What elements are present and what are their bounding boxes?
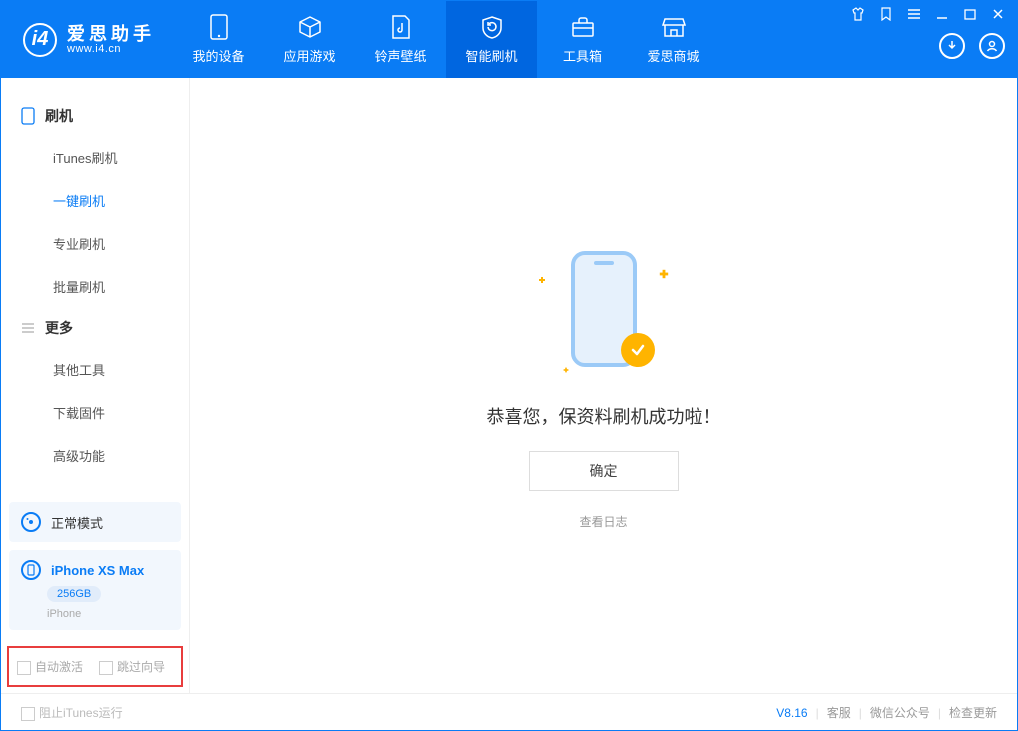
tab-ringtone-wallpaper[interactable]: 铃声壁纸: [355, 1, 446, 78]
device-phone-icon: [21, 560, 41, 580]
device-capacity: 256GB: [47, 586, 101, 602]
device-name: iPhone XS Max: [51, 563, 144, 578]
app-name: 爱思助手: [67, 25, 155, 43]
ok-button[interactable]: 确定: [529, 451, 679, 491]
sidebar-group-title: 更多: [45, 318, 73, 338]
user-icon[interactable]: [979, 33, 1005, 59]
status-bar: 阻止iTunes运行 V8.16 | 客服 | 微信公众号 | 检查更新: [1, 693, 1017, 731]
option-auto-activate[interactable]: 自动激活: [17, 658, 83, 675]
view-log-link[interactable]: 查看日志: [579, 513, 627, 530]
tab-label: 智能刷机: [465, 46, 517, 65]
sidebar-group-flash: 刷机: [1, 96, 189, 136]
menu-icon[interactable]: [907, 7, 921, 21]
list-icon: [21, 322, 35, 334]
tab-smart-flash[interactable]: 智能刷机: [446, 1, 537, 78]
minimize-icon[interactable]: [935, 7, 949, 21]
app-logo-icon: i4: [23, 23, 57, 57]
maximize-icon[interactable]: [963, 7, 977, 21]
tab-label: 我的设备: [192, 46, 244, 65]
sparkle-icon: [659, 270, 667, 278]
sidebar: 刷机 iTunes刷机 一键刷机 专业刷机 批量刷机 更多 其他工具 下载固件 …: [1, 78, 190, 693]
tab-label: 爱思商城: [647, 46, 699, 65]
sidebar-group-more: 更多: [1, 308, 189, 348]
sidebar-group-title: 刷机: [45, 106, 73, 126]
sparkle-icon: [539, 277, 545, 283]
tab-store[interactable]: 爱思商城: [628, 1, 719, 78]
sidebar-item-download-firmware[interactable]: 下载固件: [1, 391, 189, 434]
tab-label: 铃声壁纸: [374, 46, 426, 65]
download-icon[interactable]: [939, 33, 965, 59]
device-mode-label: 正常模式: [51, 513, 103, 532]
toolbox-icon: [570, 14, 596, 40]
footer-link-support[interactable]: 客服: [827, 704, 851, 721]
checkbox-icon: [99, 661, 113, 675]
tab-toolbox[interactable]: 工具箱: [537, 1, 628, 78]
success-message: 恭喜您，保资料刷机成功啦！: [487, 403, 721, 429]
title-bar: i4 爱思助手 www.i4.cn 我的设备 应用游戏 铃声壁纸: [1, 1, 1017, 78]
sidebar-item-other-tools[interactable]: 其他工具: [1, 348, 189, 391]
sidebar-item-batch-flash[interactable]: 批量刷机: [1, 265, 189, 308]
option-block-itunes[interactable]: 阻止iTunes运行: [21, 704, 123, 721]
sidebar-item-itunes-flash[interactable]: iTunes刷机: [1, 136, 189, 179]
music-file-icon: [388, 14, 414, 40]
success-illustration: [529, 241, 679, 381]
flash-options-row: 自动激活 跳过向导: [7, 646, 183, 687]
checkbox-icon: [17, 661, 31, 675]
app-url: www.i4.cn: [67, 43, 155, 55]
refresh-shield-icon: [479, 14, 505, 40]
footer-link-wechat[interactable]: 微信公众号: [870, 704, 930, 721]
cube-icon: [297, 14, 323, 40]
mode-icon: [21, 512, 41, 532]
sparkle-icon: [563, 368, 568, 373]
main-tabs: 我的设备 应用游戏 铃声壁纸 智能刷机 工具箱: [173, 1, 719, 78]
sidebar-item-advanced[interactable]: 高级功能: [1, 434, 189, 477]
footer-link-update[interactable]: 检查更新: [949, 704, 997, 721]
phone-icon: [206, 14, 232, 40]
device-type: iPhone: [47, 608, 81, 620]
tab-apps-games[interactable]: 应用游戏: [264, 1, 355, 78]
close-icon[interactable]: [991, 7, 1005, 21]
header-right-controls: [851, 1, 1017, 78]
sidebar-item-pro-flash[interactable]: 专业刷机: [1, 222, 189, 265]
device-mode-card[interactable]: 正常模式: [9, 502, 181, 542]
device-info-card[interactable]: iPhone XS Max 256GB iPhone: [9, 550, 181, 630]
bookmark-icon[interactable]: [879, 7, 893, 21]
sidebar-item-oneclick-flash[interactable]: 一键刷机: [1, 179, 189, 222]
option-skip-guide[interactable]: 跳过向导: [99, 658, 165, 675]
tab-label: 工具箱: [563, 46, 602, 65]
app-logo-block: i4 爱思助手 www.i4.cn: [1, 1, 173, 78]
checkbox-icon: [21, 707, 35, 721]
phone-outline-icon: [21, 107, 35, 125]
version-label: V8.16: [776, 706, 807, 720]
check-badge-icon: [621, 333, 655, 367]
main-content: 恭喜您，保资料刷机成功啦！ 确定 查看日志: [190, 78, 1017, 693]
shirt-icon[interactable]: [851, 7, 865, 21]
tab-label: 应用游戏: [283, 46, 335, 65]
store-icon: [661, 14, 687, 40]
tab-my-device[interactable]: 我的设备: [173, 1, 264, 78]
